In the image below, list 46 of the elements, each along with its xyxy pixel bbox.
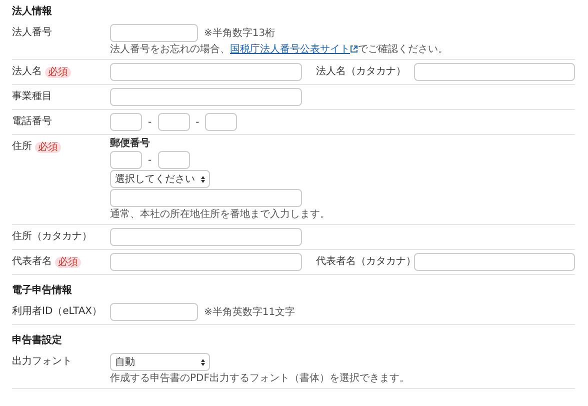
section-title: 法人情報: [12, 5, 53, 18]
input-field[interactable]: [110, 253, 302, 271]
field-label: 法人名（カタカナ）: [316, 66, 406, 78]
site-link[interactable]: 国税庁法人番号公表サイト: [230, 44, 350, 55]
required-badge: 必須: [45, 66, 71, 78]
help-text: 作成する申告書のPDF出力するフォント（書体）を選択できます。: [110, 372, 410, 385]
input-field[interactable]: [110, 63, 302, 81]
input-field[interactable]: [110, 228, 302, 246]
field-label: 法人番号: [12, 27, 52, 39]
input-field[interactable]: [110, 24, 198, 42]
field-label: 法人名: [12, 66, 42, 78]
dash-separator: -: [148, 154, 152, 166]
field-label: 出力フォント: [12, 356, 72, 368]
input-field[interactable]: [110, 88, 302, 106]
input-field[interactable]: [110, 303, 198, 321]
input-field[interactable]: [414, 253, 575, 271]
input-field[interactable]: [158, 113, 190, 131]
field-label: 電話番号: [12, 116, 52, 128]
input-field[interactable]: [110, 151, 142, 169]
input-field[interactable]: [110, 189, 302, 207]
help-text: 通常、本社の所在地住所を番地まで入力します。: [110, 208, 330, 221]
field-label: 事業種目: [12, 91, 52, 103]
help-text: 法人番号をお忘れの場合、国税庁法人番号公表サイト でご確認ください。: [110, 43, 448, 56]
updown-icon: [201, 176, 205, 182]
field-label: 代表者名: [12, 256, 52, 268]
postal-code-label: 郵便番号: [110, 138, 151, 150]
updown-icon: [201, 358, 205, 366]
section-title: 電子申告情報: [12, 284, 73, 297]
required-badge: 必須: [55, 256, 81, 268]
field-label: 住所（カタカナ）: [12, 231, 92, 243]
field-label: 代表者名（カタカナ）: [316, 256, 416, 268]
input-field[interactable]: [205, 113, 238, 131]
section-title: 申告書設定: [12, 334, 63, 347]
field-label: 利用者ID（eLTAX）: [12, 306, 102, 318]
dash-separator: -: [196, 116, 200, 128]
input-field[interactable]: [414, 63, 575, 81]
select-field[interactable]: 選択してください: [110, 170, 210, 188]
input-field[interactable]: [158, 151, 190, 169]
external-link-icon: [350, 45, 358, 54]
dash-separator: -: [148, 116, 152, 128]
format-note: ※半角数字13桁: [204, 26, 276, 40]
field-label: 住所: [12, 141, 32, 153]
input-field[interactable]: [110, 113, 142, 131]
format-note: ※半角英数字11文字: [204, 306, 296, 319]
select-field[interactable]: 自動: [110, 353, 210, 371]
required-badge: 必須: [35, 142, 61, 152]
